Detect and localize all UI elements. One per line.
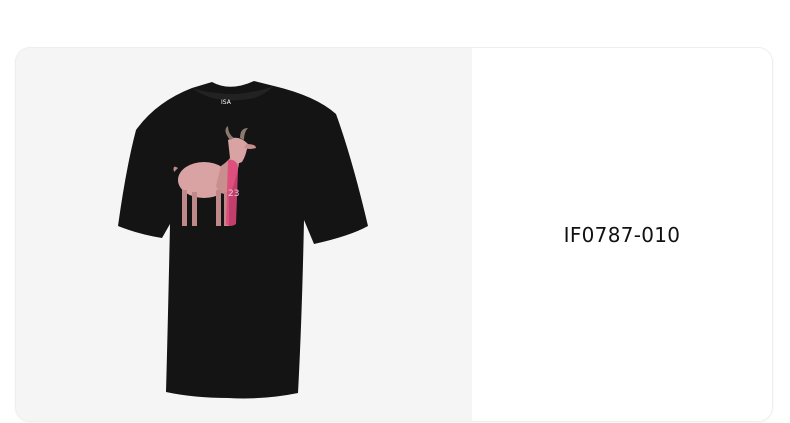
product-card[interactable]: ISA 23 IF0787-010 bbox=[16, 48, 772, 421]
product-sku: IF0787-010 bbox=[563, 222, 681, 247]
product-info: IF0787-010 bbox=[472, 48, 772, 421]
product-image[interactable]: ISA 23 bbox=[16, 48, 472, 421]
svg-text:23: 23 bbox=[228, 189, 239, 199]
tshirt-illustration: ISA 23 bbox=[118, 81, 368, 399]
neck-label: ISA bbox=[221, 99, 232, 106]
tshirt-shape bbox=[118, 81, 368, 399]
